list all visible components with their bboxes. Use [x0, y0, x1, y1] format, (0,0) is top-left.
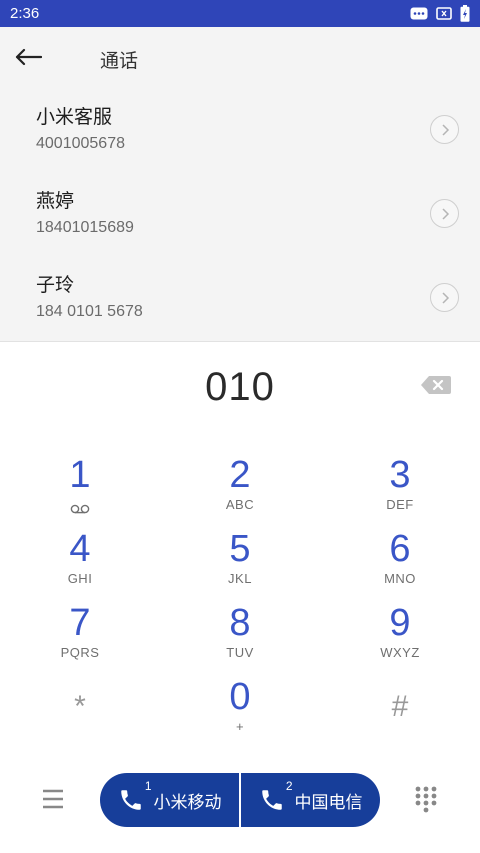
key-letters: JKL	[228, 571, 252, 586]
contact-detail-button[interactable]	[430, 283, 459, 312]
key-8[interactable]: 8 TUV	[160, 595, 320, 669]
key-6[interactable]: 6 MNO	[320, 521, 480, 595]
chevron-right-icon	[441, 207, 449, 220]
contact-name: 子玲	[36, 274, 75, 296]
key-digit: 6	[389, 528, 411, 570]
key-letters: WXYZ	[380, 645, 420, 660]
bottom-bar: 1 小米移动 2 中国电信	[0, 772, 480, 828]
backspace-button[interactable]	[420, 374, 452, 396]
call-sim1-button[interactable]: 1 小米移动	[100, 773, 239, 827]
key-symbol: *	[74, 690, 86, 723]
key-digit: 3	[389, 454, 411, 496]
key-7[interactable]: 7 PQRS	[0, 595, 160, 669]
key-1[interactable]: 1	[0, 447, 160, 521]
arrow-left-icon	[14, 48, 43, 70]
contact-number: 18401015689	[36, 219, 134, 236]
status-time: 2:36	[10, 5, 40, 22]
dialed-number: 010	[205, 364, 275, 409]
key-letters: GHI	[67, 571, 93, 586]
key-digit: 5	[229, 528, 251, 570]
dialpad-icon	[415, 786, 437, 813]
battery-charging-icon	[460, 5, 470, 22]
contact-suggestion-row[interactable]: 燕婷 18401015689	[0, 172, 480, 256]
key-hash[interactable]: #	[320, 669, 480, 743]
sim-card-icon	[436, 7, 452, 20]
key-9[interactable]: 9 WXYZ	[320, 595, 480, 669]
page-title: 通话	[100, 49, 139, 72]
backspace-icon	[421, 376, 451, 394]
dial-display: 010	[0, 342, 480, 432]
key-letters: ABC	[225, 497, 255, 512]
call-sim2-button[interactable]: 2 中国电信	[241, 773, 380, 827]
key-digit: 0	[229, 676, 251, 718]
menu-icon	[43, 789, 63, 809]
contact-detail-button[interactable]	[430, 115, 459, 144]
contact-suggestions-list: 小米客服 4001005678 燕婷 18401015689 子玲 184 01…	[0, 88, 480, 341]
key-letters: MNO	[384, 571, 416, 586]
key-4[interactable]: 4 GHI	[0, 521, 160, 595]
menu-button[interactable]	[40, 786, 66, 812]
header: 通话	[0, 27, 480, 91]
key-3[interactable]: 3 DEF	[320, 447, 480, 521]
contact-name: 小米客服	[36, 106, 113, 128]
key-digit: 4	[69, 528, 91, 570]
message-icon	[410, 7, 428, 20]
key-digit: 2	[229, 454, 251, 496]
phone-icon: 1	[118, 779, 152, 813]
key-2[interactable]: 2 ABC	[160, 447, 320, 521]
dialpad-toggle-button[interactable]	[414, 785, 438, 813]
chevron-right-icon	[441, 291, 449, 304]
voicemail-icon	[70, 499, 90, 518]
key-letters: +	[235, 719, 245, 734]
contact-number: 184 0101 5678	[36, 303, 143, 320]
key-0[interactable]: 0 +	[160, 669, 320, 743]
key-letters: TUV	[226, 645, 254, 660]
contact-suggestion-row[interactable]: 小米客服 4001005678	[0, 88, 480, 172]
sim-number: 1	[144, 779, 152, 793]
dial-keypad: 1 2 ABC 3 DEF 4 GHI 5 JKL 6 MNO 7 PQRS 8…	[0, 447, 480, 743]
status-bar: 2:36	[0, 0, 480, 27]
contact-name: 燕婷	[36, 190, 75, 212]
key-digit: 9	[389, 602, 411, 644]
call-sim2-label: 中国电信	[294, 792, 363, 813]
status-icons	[410, 5, 470, 22]
phone-icon: 2	[259, 779, 293, 813]
contact-detail-button[interactable]	[430, 199, 459, 228]
sim-number: 2	[285, 779, 293, 793]
key-digit: 1	[69, 454, 91, 496]
key-letters: DEF	[386, 497, 414, 512]
key-symbol: #	[391, 690, 409, 723]
key-5[interactable]: 5 JKL	[160, 521, 320, 595]
contact-suggestion-row[interactable]: 子玲 184 0101 5678	[0, 256, 480, 340]
key-star[interactable]: *	[0, 669, 160, 743]
call-buttons: 1 小米移动 2 中国电信	[100, 773, 380, 827]
contact-number: 4001005678	[36, 135, 125, 152]
key-digit: 8	[229, 602, 251, 644]
key-digit: 7	[69, 602, 91, 644]
chevron-right-icon	[441, 123, 449, 136]
call-sim1-label: 小米移动	[153, 792, 222, 813]
key-letters: PQRS	[60, 645, 100, 660]
back-button[interactable]	[0, 27, 56, 91]
